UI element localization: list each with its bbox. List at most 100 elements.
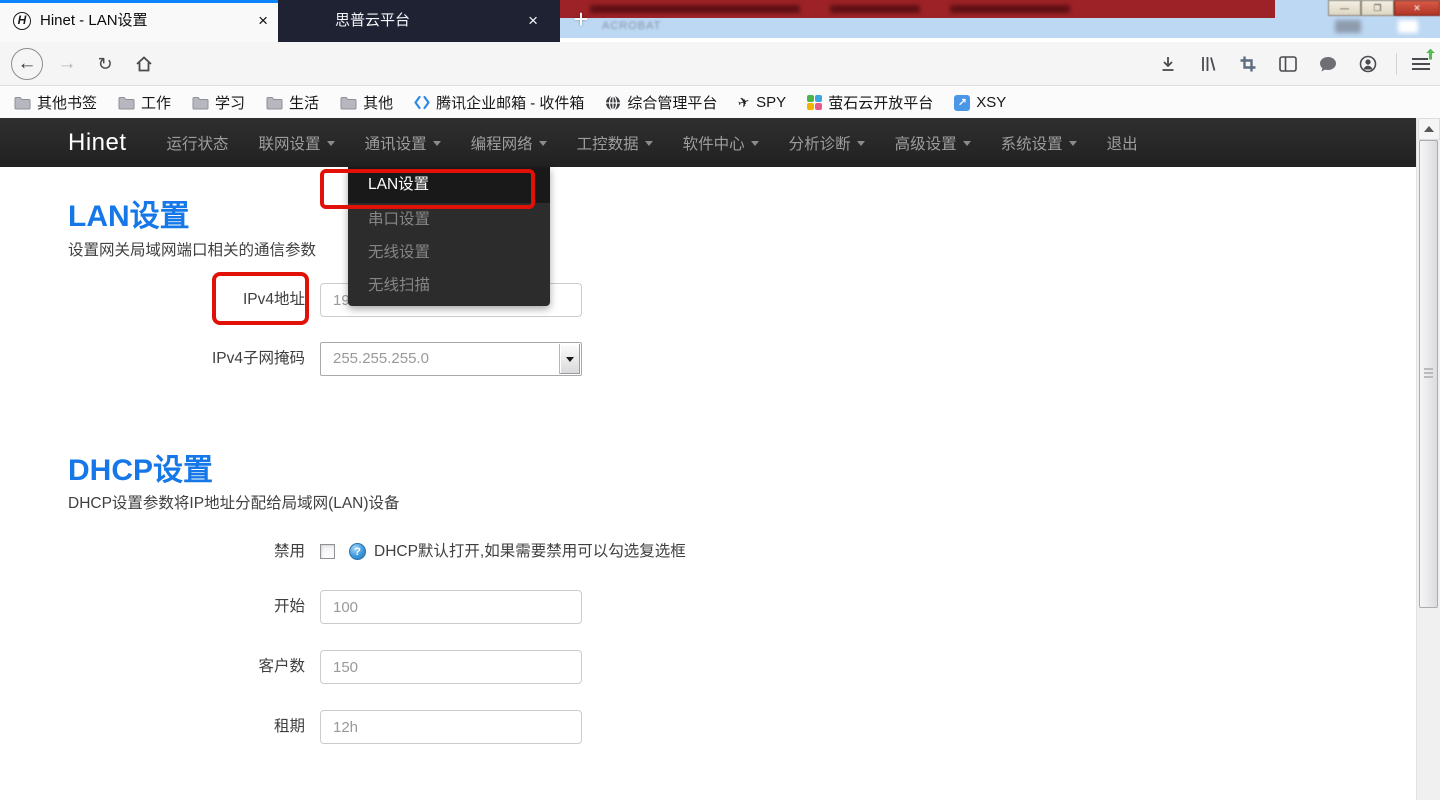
- nav-item-run-status[interactable]: 运行状态: [167, 132, 229, 154]
- background-window-titlebar: [560, 0, 1275, 18]
- dhcp-start-input[interactable]: [320, 590, 582, 624]
- folder-icon: [266, 96, 283, 110]
- bookmark-xsy[interactable]: ↗ XSY: [954, 94, 1006, 111]
- chevron-down-icon: [751, 141, 759, 146]
- nav-item-analysis-diagnosis[interactable]: 分析诊断: [789, 132, 865, 154]
- back-icon: ←: [11, 48, 43, 80]
- nav-item-network-setup[interactable]: 联网设置: [259, 132, 335, 154]
- bookmarks-bar: 其他书签 工作 学习 生活 其他 腾讯企业邮箱 - 收件箱 综合管理平台 ✈ S: [0, 87, 1440, 118]
- xsy-arrow-icon: ↗: [954, 95, 970, 111]
- dhcp-leasetime-input[interactable]: [320, 710, 582, 744]
- folder-icon: [192, 96, 209, 110]
- dhcp-limit-input[interactable]: [320, 650, 582, 684]
- folder-icon: [118, 96, 135, 110]
- bookmark-label: 腾讯企业邮箱 - 收件箱: [436, 92, 584, 113]
- bookmark-label: 生活: [289, 92, 319, 113]
- chevron-down-icon: [1069, 141, 1077, 146]
- sidebar-button[interactable]: [1270, 42, 1306, 86]
- tab-close-icon[interactable]: ×: [258, 0, 268, 42]
- bookmark-misc[interactable]: 其他: [340, 92, 393, 113]
- menu-button[interactable]: [1404, 42, 1438, 86]
- dropdown-item-wireless-scan[interactable]: 无线扫描: [348, 269, 550, 302]
- annotation-box-lan-settings: [320, 169, 535, 209]
- ezviz-dots-icon: [807, 95, 822, 110]
- library-button[interactable]: [1190, 42, 1226, 86]
- tab-sipu-cloud[interactable]: 思普云平台 ×: [278, 0, 560, 42]
- bookmark-work[interactable]: 工作: [118, 92, 171, 113]
- dhcp-start-label: 开始: [0, 590, 305, 624]
- dropdown-item-wireless-settings[interactable]: 无线设置: [348, 236, 550, 269]
- speech-bubble-icon: [1319, 56, 1337, 73]
- bookmark-tencent-exmail[interactable]: 腾讯企业邮箱 - 收件箱: [414, 92, 584, 113]
- home-button[interactable]: [126, 42, 162, 86]
- nav-item-logout[interactable]: 退出: [1107, 132, 1138, 154]
- update-badge-icon: [1425, 48, 1436, 60]
- bookmark-ezviz-open[interactable]: 萤石云开放平台: [807, 92, 933, 113]
- downloads-button[interactable]: [1150, 42, 1186, 86]
- nav-item-label: 通讯设置: [365, 132, 427, 154]
- page-content: LAN设置 设置网关局域网端口相关的通信参数 IPv4地址 IPv4子网掩码 2…: [0, 167, 1416, 800]
- help-icon[interactable]: ?: [349, 543, 366, 560]
- dhcp-disable-checkbox[interactable]: [320, 544, 335, 559]
- bookmark-other-bookmarks[interactable]: 其他书签: [14, 92, 97, 113]
- nav-item-software-center[interactable]: 软件中心: [683, 132, 759, 154]
- nav-item-label: 分析诊断: [789, 132, 851, 154]
- folder-icon: [14, 96, 31, 110]
- folder-icon: [340, 96, 357, 110]
- scrollbar-grip-icon: [1424, 368, 1433, 379]
- scrollbar-thumb[interactable]: [1419, 140, 1438, 608]
- reload-button[interactable]: ↻: [88, 42, 122, 86]
- bookmark-spy[interactable]: ✈ SPY: [738, 94, 786, 111]
- back-button[interactable]: ←: [8, 42, 46, 86]
- screenshot-button[interactable]: [1230, 42, 1266, 86]
- nav-item-system-settings[interactable]: 系统设置: [1001, 132, 1077, 154]
- scroll-up-button[interactable]: [1418, 118, 1440, 140]
- app-logo[interactable]: Hinet: [68, 129, 127, 157]
- select-dropdown-button[interactable]: [559, 344, 580, 374]
- background-window-controls: — ❐ ✕: [1328, 0, 1440, 16]
- bookmark-label: 学习: [215, 92, 245, 113]
- bookmark-life[interactable]: 生活: [266, 92, 319, 113]
- chevron-down-icon: [433, 141, 441, 146]
- bookmark-label: 综合管理平台: [627, 92, 717, 113]
- triangle-up-icon: [1424, 126, 1434, 132]
- page-scrollbar[interactable]: [1416, 118, 1440, 800]
- close-icon: ✕: [1394, 0, 1440, 16]
- nav-item-label: 编程网络: [471, 132, 533, 154]
- bookmark-label: XSY: [976, 94, 1006, 111]
- tab-hinet-lan[interactable]: H Hinet - LAN设置 ×: [0, 0, 278, 42]
- nav-item-label: 运行状态: [167, 132, 229, 154]
- nav-item-programming-network[interactable]: 编程网络: [471, 132, 547, 154]
- library-icon: [1199, 55, 1217, 73]
- dhcp-leasetime-label: 租期: [0, 710, 305, 744]
- nav-item-industrial-data[interactable]: 工控数据: [577, 132, 653, 154]
- bookmark-mgmt-platform[interactable]: 综合管理平台: [605, 92, 717, 113]
- bookmark-label: SPY: [756, 94, 786, 111]
- nav-item-label: 软件中心: [683, 132, 745, 154]
- bookmark-study[interactable]: 学习: [192, 92, 245, 113]
- minimize-icon: —: [1328, 0, 1361, 16]
- browser-toolbar: ← → ↻ 192.168.9.99/cgi-bin/luci/;stok=02…: [0, 42, 1440, 86]
- ipv4-netmask-value: 255.255.255.0: [333, 343, 429, 375]
- nav-item-label: 退出: [1107, 132, 1138, 154]
- dhcp-disable-hint: DHCP默认打开,如果需要禁用可以勾选复选框: [374, 540, 686, 564]
- messages-button[interactable]: [1310, 42, 1346, 86]
- ipv4-netmask-select[interactable]: 255.255.255.0: [320, 342, 582, 376]
- dhcp-limit-label: 客户数: [0, 650, 305, 684]
- nav-item-comm-setup[interactable]: 通讯设置: [365, 132, 441, 154]
- bookmark-label: 萤石云开放平台: [828, 92, 933, 113]
- bookmark-label: 其他: [363, 92, 393, 113]
- tab-title: 思普云平台: [335, 0, 410, 42]
- person-icon: [1359, 55, 1377, 73]
- tab-close-icon[interactable]: ×: [528, 0, 538, 42]
- tab-strip: H Hinet - LAN设置 × 思普云平台 ×: [0, 0, 560, 42]
- background-window-blob: [1398, 20, 1418, 33]
- forward-button[interactable]: →: [50, 42, 84, 86]
- new-tab-button[interactable]: +: [566, 4, 596, 36]
- plane-icon: ✈: [736, 93, 752, 113]
- nav-item-label: 联网设置: [259, 132, 321, 154]
- download-icon: [1159, 55, 1177, 73]
- nav-item-advanced-settings[interactable]: 高级设置: [895, 132, 971, 154]
- account-button[interactable]: [1350, 42, 1386, 86]
- background-window-blob: [1335, 20, 1361, 33]
